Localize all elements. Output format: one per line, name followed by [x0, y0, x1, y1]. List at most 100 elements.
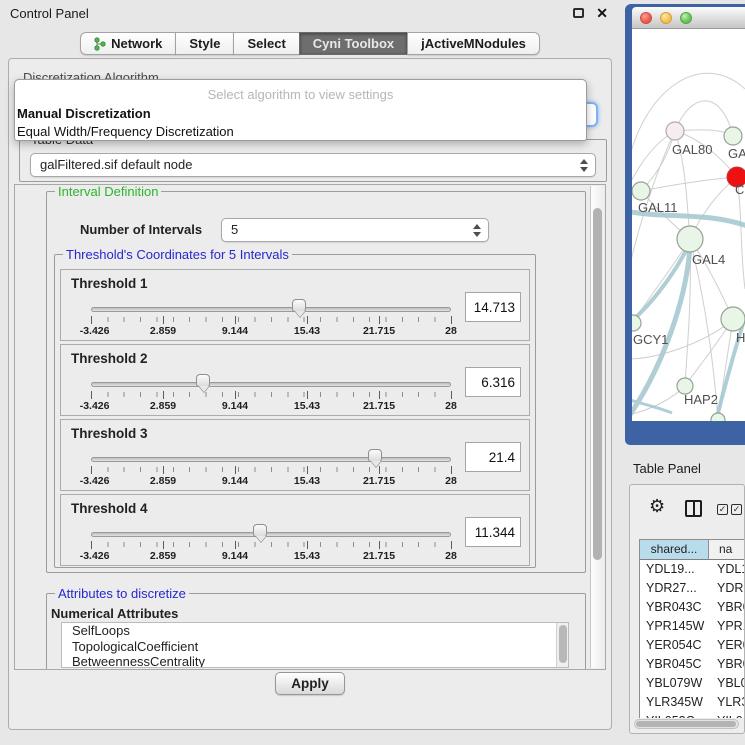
list-item[interactable]: BetweennessCentrality: [62, 654, 568, 668]
threshold-2-slider[interactable]: -3.426 2.859 9.144 15.43 21.715 28: [91, 373, 451, 413]
number-of-intervals-value: 5: [222, 219, 488, 241]
list-scrollbar[interactable]: [556, 623, 568, 667]
node-gal4[interactable]: [677, 226, 703, 252]
slider-major-tick: [235, 466, 236, 474]
threshold-slider-thumb[interactable]: [196, 374, 210, 387]
float-window-icon[interactable]: [573, 8, 584, 18]
threshold-slider-thumb[interactable]: [253, 524, 267, 537]
zoom-traffic-light-icon[interactable]: [680, 12, 692, 24]
checkbox-checked-icon[interactable]: [731, 504, 742, 515]
node-gal11[interactable]: [632, 182, 650, 200]
table-cell[interactable]: YBL079W: [640, 674, 709, 693]
slider-track[interactable]: [91, 532, 451, 537]
tab-cyni-toolbox[interactable]: Cyni Toolbox: [299, 32, 408, 55]
node-label: GAL80: [672, 142, 712, 157]
apply-button[interactable]: Apply: [275, 672, 345, 695]
threshold-panel-3: Threshold 3 -3.426 2.859: [60, 419, 530, 491]
node-gal80[interactable]: [666, 122, 684, 140]
table-cell[interactable]: YLR3: [709, 693, 744, 712]
column-header-shared-name[interactable]: shared...: [640, 540, 709, 559]
table-cell[interactable]: YBR045C: [640, 655, 709, 674]
algorithm-dropdown-item-manual[interactable]: Manual Discretization: [15, 105, 586, 123]
tab-network-label: Network: [111, 36, 162, 51]
slider-tick-label: 28: [445, 325, 457, 337]
table-cell[interactable]: YDL1: [709, 560, 744, 579]
slider-tick-label: 21.715: [363, 550, 395, 562]
slider-track[interactable]: [91, 307, 451, 312]
table-cell[interactable]: YPR145W: [640, 617, 709, 636]
slider-tick-label: 28: [445, 400, 457, 412]
node-h[interactable]: [721, 307, 745, 331]
table-cell[interactable]: YPR1: [709, 617, 744, 636]
close-icon[interactable]: ✕: [596, 6, 608, 20]
vertical-scrollbar-thumb[interactable]: [593, 208, 602, 560]
node-label: GCY1: [633, 332, 668, 347]
slider-tick-label: 15.43: [294, 325, 320, 337]
settings-gear-icon[interactable]: ⚙: [649, 497, 665, 515]
minimize-traffic-light-icon[interactable]: [660, 12, 672, 24]
node-ga[interactable]: [724, 127, 742, 145]
slider-tick-label: -3.426: [80, 475, 110, 487]
vertical-scrollbar[interactable]: [590, 186, 604, 668]
tab-select[interactable]: Select: [233, 32, 299, 55]
table-cell[interactable]: YER0: [709, 636, 744, 655]
table-cell[interactable]: YLR345W: [640, 693, 709, 712]
table-cell[interactable]: YDL19...: [640, 560, 709, 579]
node-label: HAP2: [684, 392, 718, 407]
tab-style[interactable]: Style: [175, 32, 234, 55]
tab-network[interactable]: Network: [80, 32, 176, 55]
slider-major-tick: [163, 541, 164, 549]
node-gcy1[interactable]: [632, 315, 641, 331]
cyni-toolbox-panel: Discretization Algorithm Select algorith…: [8, 58, 612, 730]
list-scrollbar-thumb[interactable]: [559, 625, 567, 663]
threshold-3-slider[interactable]: -3.426 2.859 9.144 15.43 21.715 28: [91, 448, 451, 488]
slider-tick-label: 15.43: [294, 550, 320, 562]
checkbox-checked-icon[interactable]: [717, 504, 728, 515]
table-cell[interactable]: YER054C: [640, 636, 709, 655]
list-item[interactable]: SelfLoops: [62, 623, 568, 639]
network-window-titlebar[interactable]: [632, 7, 745, 29]
slider-tick-label: 2.859: [150, 400, 176, 412]
table-cell[interactable]: YBR0: [709, 598, 744, 617]
network-canvas[interactable]: GAL80 GA C GAL11 GAL4 GCY1 H HAP2: [632, 29, 745, 421]
node-partial[interactable]: [711, 413, 725, 421]
close-traffic-light-icon[interactable]: [640, 12, 652, 24]
table-cell[interactable]: YIL052C: [640, 712, 709, 718]
table-row: YDR27... YDR2: [640, 579, 744, 598]
settings-scroll-area: Interval Definition Number of Intervals …: [14, 184, 606, 670]
number-of-intervals-combobox[interactable]: 5: [221, 218, 489, 242]
table-row: YPR145W YPR1: [640, 617, 744, 636]
threshold-slider-thumb[interactable]: [368, 449, 382, 462]
table-cell[interactable]: YDR2: [709, 579, 744, 598]
slider-major-tick: [451, 466, 452, 474]
list-item[interactable]: TopologicalCoefficient: [62, 639, 568, 655]
threshold-4-slider[interactable]: -3.426 2.859 9.144 15.43 21.715 28: [91, 523, 451, 563]
threshold-2-value-input[interactable]: [465, 367, 521, 397]
threshold-slider-thumb[interactable]: [292, 299, 306, 312]
threshold-3-value-input[interactable]: [465, 442, 521, 472]
table-cell[interactable]: YBR0: [709, 655, 744, 674]
table-cell[interactable]: YIL0: [709, 712, 744, 718]
attributes-group: Attributes to discretize Numerical Attri…: [46, 593, 586, 670]
table-cell[interactable]: YDR27...: [640, 579, 709, 598]
table-cell[interactable]: YBR043C: [640, 598, 709, 617]
threshold-1-value-input[interactable]: [465, 292, 521, 322]
attributes-group-title: Attributes to discretize: [55, 586, 189, 601]
horizontal-scrollbar[interactable]: [634, 719, 739, 729]
slider-major-tick: [379, 391, 380, 399]
table-cell[interactable]: YBL0: [709, 674, 744, 693]
threshold-4-value-input[interactable]: [465, 517, 521, 547]
slider-major-tick: [379, 466, 380, 474]
tab-jactivemnodules[interactable]: jActiveMNodules: [407, 32, 540, 55]
column-header-name[interactable]: na: [709, 540, 744, 559]
slider-minor-ticks: [91, 542, 451, 547]
interval-definition-title: Interval Definition: [55, 184, 161, 199]
threshold-1-slider[interactable]: -3.426 2.859 9.144 15.43 21.715 28: [91, 298, 451, 338]
horizontal-scrollbar-thumb[interactable]: [636, 721, 736, 727]
table-data-combobox[interactable]: galFiltered.sif default node: [30, 153, 596, 177]
slider-major-tick: [379, 316, 380, 324]
slider-track[interactable]: [91, 457, 451, 462]
split-column-icon[interactable]: [685, 500, 702, 517]
algorithm-dropdown-item-equal-width[interactable]: Equal Width/Frequency Discretization: [15, 123, 586, 141]
slider-track[interactable]: [91, 382, 451, 387]
